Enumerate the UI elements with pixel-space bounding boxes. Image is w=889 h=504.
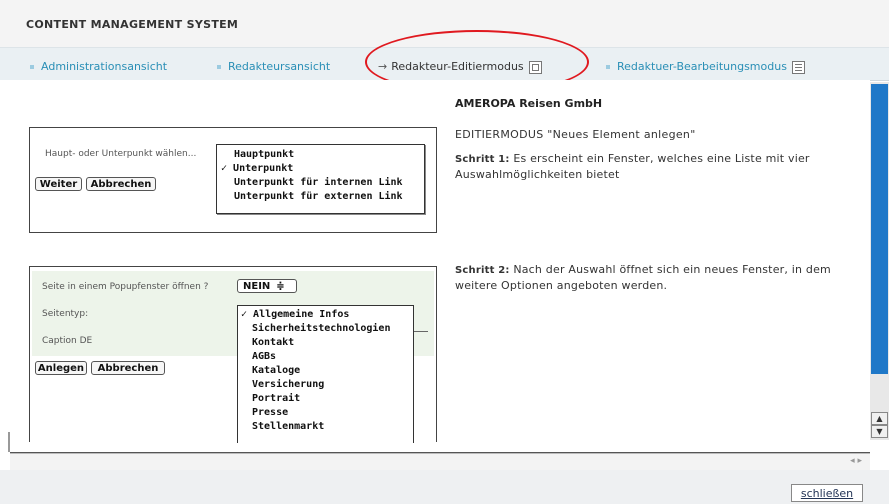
abbrechen-button[interactable]: Abbrechen [86,177,156,191]
abbrechen-button[interactable]: Abbrechen [91,361,165,375]
type-prompt-label: Haupt- oder Unterpunkt wählen... [45,149,197,159]
option-kataloge[interactable]: Kataloge [252,365,300,376]
vertical-scroll-thumb[interactable] [871,84,888,374]
bullet-square-icon [217,65,221,69]
caption-field-edge [413,331,428,332]
option-versicherung[interactable]: Versicherung [252,379,324,390]
app-title: CONTENT MANAGEMENT SYSTEM [26,18,239,31]
option-presse[interactable]: Presse [252,407,288,418]
select-type-panel: Haupt- oder Unterpunkt wählen... Weiter … [29,127,437,233]
anlegen-button[interactable]: Anlegen [35,361,87,375]
bullet-square-icon [606,65,610,69]
left-edge-marker [8,432,10,452]
option-unterpunkt[interactable]: ✓ Unterpunkt [221,163,293,174]
page-type-dropdown[interactable]: ✓ Allgemeine Infos Sicherheitstechnologi… [237,305,414,443]
option-kontakt[interactable]: Kontakt [252,337,294,348]
scroll-down-arrow-icon[interactable]: ▼ [871,425,888,438]
page-options-panel: Seite in einem Popupfenster öffnen ? NEI… [29,266,437,443]
option-stellenmarkt[interactable]: Stellenmarkt [252,421,324,432]
company-name: AMEROPA Reisen GmbH [455,97,603,110]
type-dropdown[interactable]: Hauptpunkt ✓ Unterpunkt Unterpunkt für i… [216,144,425,214]
option-portrait[interactable]: Portrait [252,393,300,404]
option-unterpunkt-intern[interactable]: Unterpunkt für internen Link [234,177,403,188]
step-1-label: Schritt 1: [455,154,510,165]
popup-question-label: Seite in einem Popupfenster öffnen ? [42,282,209,292]
tab-redakteursansicht[interactable]: Redakteursansicht [217,60,330,73]
tab-administrationsansicht[interactable]: Administrationsansicht [30,60,167,73]
step-2-label: Schritt 2: [455,265,510,276]
tab-redaktuer-bearbeitungsmodus[interactable]: Redaktuer-Bearbeitungsmodus [606,60,805,74]
seitentyp-label: Seitentyp: [42,309,89,319]
footer [0,470,889,504]
step-2-description: Schritt 2: Nach der Auswahl öffnet sich … [455,263,831,292]
horizontal-scrollbar[interactable]: ◂ ▸ [10,453,870,470]
option-sicherheitstechnologien[interactable]: Sicherheitstechnologien [252,323,390,334]
step-1-description: Schritt 1: Es erscheint ein Fenster, wel… [455,152,810,181]
option-agbs[interactable]: AGBs [252,351,276,362]
popup-select[interactable]: NEIN ≑ [237,279,297,293]
updown-arrow-icon: ≑ [276,281,285,292]
weiter-button[interactable]: Weiter [35,177,82,191]
checkmark-icon: ✓ [221,163,234,174]
bullet-square-icon [30,65,34,69]
caption-label: Caption DE [42,336,93,346]
option-hauptpunkt[interactable]: Hauptpunkt [234,149,294,160]
checkmark-icon: ✓ [241,309,254,320]
scroll-up-arrow-icon[interactable]: ▲ [871,412,888,425]
mode-title: EDITIERMODUS "Neues Element anlegen" [455,128,696,141]
document-icon [791,60,805,74]
option-allgemeine-infos[interactable]: ✓ Allgemeine Infos [241,309,349,320]
option-unterpunkt-extern[interactable]: Unterpunkt für externen Link [234,191,403,202]
close-button[interactable]: schließen [791,484,863,502]
scroll-left-right-icon[interactable]: ◂ ▸ [850,456,862,466]
